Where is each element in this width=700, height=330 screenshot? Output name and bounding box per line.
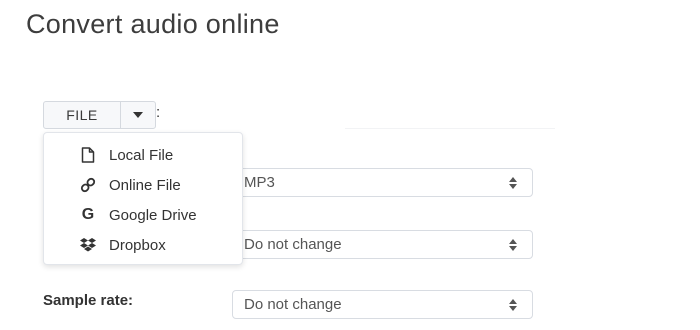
link-icon [79,176,97,194]
file-source-menu: Local File Online File G Google Drive Dr… [43,132,243,265]
menu-item-label: Online File [109,176,181,194]
sort-arrows-icon [509,299,517,311]
menu-item-label: Google Drive [109,206,197,224]
format-select-value: MP3 [244,174,275,191]
menu-item-dropbox[interactable]: Dropbox [44,230,242,260]
caret-down-icon [133,112,143,118]
menu-item-local-file[interactable]: Local File [44,140,242,170]
file-button[interactable]: FILE [44,102,121,128]
file-colon: : [156,104,161,121]
file-icon [79,146,97,164]
sample-rate-select[interactable]: Do not change [232,290,533,319]
menu-item-google-drive[interactable]: G Google Drive [44,200,242,230]
option-select[interactable]: Do not change [232,230,533,259]
sample-rate-select-value: Do not change [244,296,342,313]
format-select[interactable]: MP3 [232,168,533,197]
menu-item-label: Local File [109,146,174,164]
menu-item-label: Dropbox [109,236,166,254]
divider [345,128,555,129]
sort-arrows-icon [509,177,517,189]
dropbox-icon [79,236,97,254]
menu-item-online-file[interactable]: Online File [44,170,242,200]
page-title: Convert audio online [26,9,280,39]
option-select-value: Do not change [244,236,342,253]
sort-arrows-icon [509,239,517,251]
file-dropdown-toggle[interactable] [121,102,155,128]
google-icon: G [81,206,95,223]
sample-rate-label: Sample rate: [43,292,134,309]
file-button-group: FILE [43,101,156,129]
